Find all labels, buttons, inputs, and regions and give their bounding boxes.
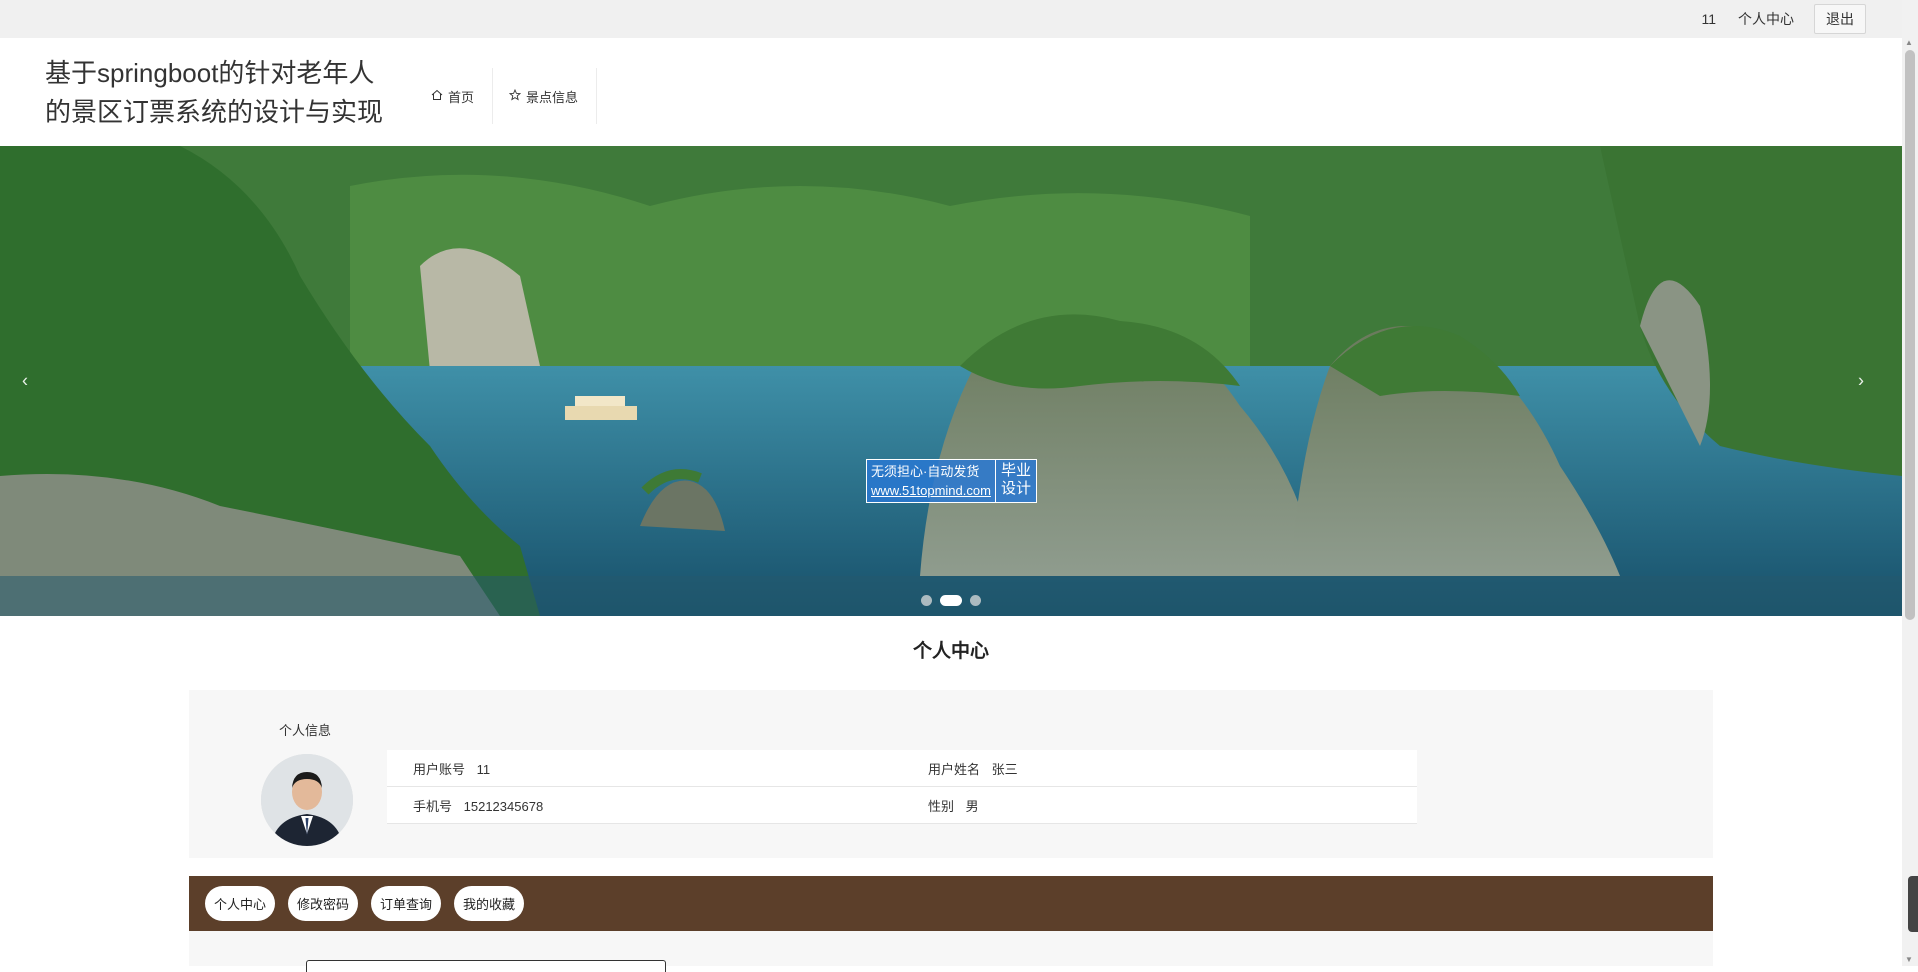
info-row: 用户账号 11 用户姓名 张三	[387, 750, 1417, 787]
nav-item-label: 首页	[448, 89, 475, 105]
nav-item-label: 景点信息	[526, 89, 579, 105]
personal-info-table: 用户账号 11 用户姓名 张三 手机号 15212345678 性别 男	[387, 750, 1417, 824]
personal-info-heading: 个人信息	[279, 723, 332, 738]
carousel-dot[interactable]	[970, 595, 981, 606]
star-icon	[508, 88, 526, 104]
watermark-logo: 无须担心·自动发货 www.51topmind.com 毕业 设计	[866, 459, 1037, 503]
scroll-up-icon[interactable]: ▲	[1905, 38, 1913, 47]
page-title: 个人中心	[912, 641, 989, 662]
carousel-dot-active[interactable]	[940, 595, 962, 606]
name-label: 用户姓名	[928, 761, 981, 777]
watermark-badge-line1: 毕业	[1000, 462, 1031, 479]
info-row: 手机号 15212345678 性别 男	[387, 787, 1417, 824]
phone-label: 手机号	[413, 798, 453, 814]
banner-image	[0, 146, 1902, 616]
site-header: 基于springboot的针对老年人的景区订票系统的设计与实现 首页 景点信息	[0, 38, 1902, 146]
watermark-url: www.51topmind.com	[871, 483, 991, 498]
logout-button[interactable]: 退出	[1814, 4, 1866, 34]
username-label: 11	[1701, 11, 1716, 27]
page-scrollbar[interactable]: ▲ ▼	[1902, 0, 1918, 966]
tab-change-password[interactable]: 修改密码	[288, 886, 359, 921]
tab-content-area	[189, 931, 1713, 972]
carousel-dot[interactable]	[921, 595, 932, 606]
gender-value: 男	[965, 798, 979, 814]
profile-tab-bar: 个人中心 修改密码 订单查询 我的收藏	[189, 876, 1713, 931]
nav-item-attractions[interactable]: 景点信息	[493, 68, 598, 124]
site-title: 基于springboot的针对老年人的景区订票系统的设计与实现	[45, 58, 384, 127]
watermark-badge-line2: 设计	[1000, 480, 1031, 497]
scroll-thumb[interactable]	[1905, 50, 1915, 620]
scroll-down-icon[interactable]: ▼	[1905, 955, 1913, 964]
carousel-prev-button[interactable]: ‹	[22, 371, 28, 392]
avatar	[261, 754, 353, 846]
personal-info-panel: 个人信息 用户账号 11 用户姓名 张三 手机号 15212345678 性别 …	[189, 690, 1713, 858]
name-value: 张三	[991, 761, 1018, 777]
gender-label: 性别	[928, 798, 955, 814]
tab-my-favorites[interactable]: 我的收藏	[454, 886, 525, 921]
side-floating-widget[interactable]	[1908, 876, 1918, 932]
banner-carousel[interactable]: ‹ › 无须担心·自动发货 www.51topmind.com 毕业 设计	[0, 146, 1902, 616]
watermark-text: 无须担心·自动发货	[871, 464, 980, 479]
personal-center-link[interactable]: 个人中心	[1738, 9, 1794, 29]
tab-order-query[interactable]: 订单查询	[371, 886, 442, 921]
carousel-indicators	[921, 595, 981, 606]
form-field-partial[interactable]	[306, 960, 666, 972]
account-label: 用户账号	[413, 761, 466, 777]
main-nav: 首页 景点信息	[415, 68, 598, 124]
nav-item-home[interactable]: 首页	[415, 68, 494, 124]
carousel-next-button[interactable]: ›	[1858, 371, 1864, 392]
top-bar: 11 个人中心 退出	[0, 0, 1902, 38]
phone-value: 15212345678	[463, 798, 544, 814]
home-icon	[431, 89, 448, 104]
tab-personal-center[interactable]: 个人中心	[205, 886, 276, 921]
account-value: 11	[476, 761, 491, 777]
